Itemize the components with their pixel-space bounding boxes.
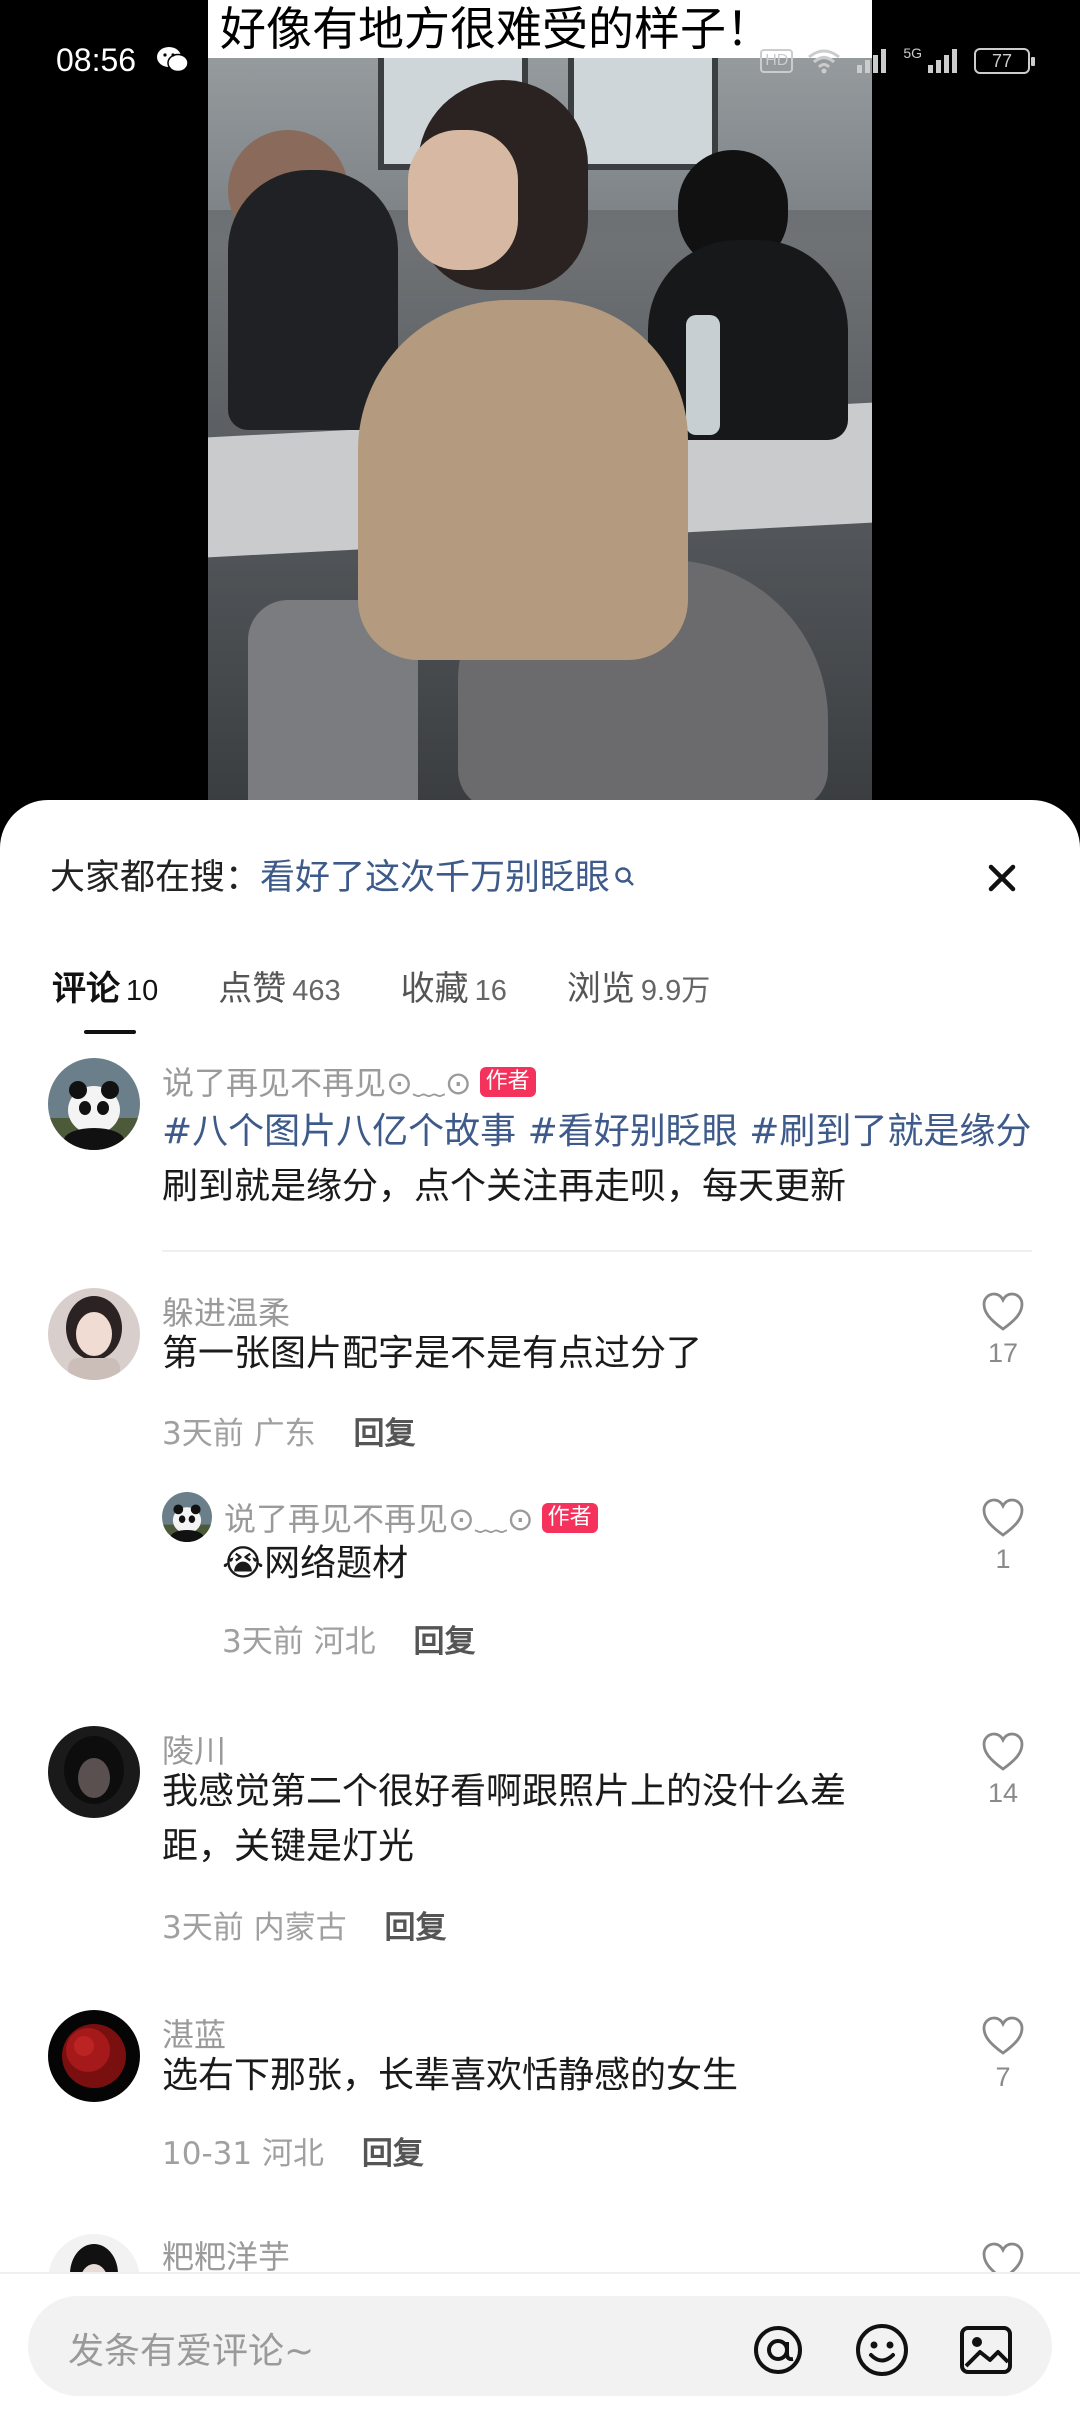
like-button[interactable]: 14 — [972, 1732, 1034, 1809]
comments-sheet: 大家都在搜：看好了这次千万别眨眼 评论 10 点赞 463 收藏 16 浏览 9… — [0, 800, 1080, 2412]
comment-time: 3天前 — [222, 1624, 304, 1660]
status-time: 08:56 — [56, 42, 137, 78]
mention-icon[interactable] — [750, 2322, 806, 2378]
hashtag-links[interactable]: #八个图片八亿个故事 #看好别眨眼 #刷到了就是缘分 — [162, 1111, 1031, 1152]
like-count: 1 — [995, 1544, 1011, 1574]
wechat-icon — [157, 47, 189, 73]
comment-input[interactable]: 发条有爱评论~ — [28, 2296, 1052, 2396]
like-count: 7 — [995, 2062, 1011, 2092]
tab-likes-label: 点赞 — [218, 969, 287, 1009]
like-button[interactable]: 17 — [972, 1292, 1034, 1369]
post-photo — [208, 0, 872, 810]
emoji-icon[interactable] — [854, 2322, 910, 2378]
comment-item: 陵川 我感觉第二个很好看啊跟照片上的没什么差 距，关键是灯光 3天前 内蒙古 回… — [0, 1726, 1080, 1946]
comment-item: 湛蓝 选右下那张，长辈喜欢恬静感的女生 10-31 河北 回复 7 — [0, 2010, 1080, 2180]
like-button[interactable]: 7 — [972, 2016, 1034, 2093]
comment-time: 3天前 — [162, 1416, 244, 1452]
heart-icon — [982, 2016, 1024, 2055]
tab-comments-count: 10 — [126, 975, 159, 1007]
reply-button[interactable]: 回复 — [384, 1910, 446, 1946]
comment-location: 河北 — [261, 2136, 324, 2172]
reply-item: 说了再见不再见⊙﹏⊙ 作者 😭网络题材 3天前 河北 回复 1 — [0, 1492, 1080, 1662]
author-badge: 作者 — [541, 1503, 598, 1533]
comment-text-line: 距，关键是灯光 — [162, 1826, 415, 1867]
search-icon — [615, 867, 634, 886]
like-count: 14 — [987, 1778, 1019, 1808]
comment-time: 10-31 — [162, 2136, 253, 2172]
status-bar: 08:56 HD 5G 77 — [0, 30, 1080, 94]
comment-body: 网络题材 — [264, 1543, 409, 1584]
comment-text-line: 我感觉第二个很好看啊跟照片上的没什么差 — [162, 1771, 847, 1812]
tab-comments-label: 评论 — [52, 969, 120, 1009]
comment-text: 第一张图片配字是不是有点过分了 — [162, 1333, 703, 1374]
signal-5g-icon — [928, 49, 957, 73]
avatar[interactable] — [48, 1288, 140, 1380]
heart-icon — [982, 1292, 1024, 1331]
comment-input-placeholder: 发条有爱评论~ — [68, 2331, 315, 2372]
close-icon — [988, 864, 1016, 892]
avatar[interactable] — [162, 1492, 212, 1542]
comment-meta: 3天前 河北 回复 — [222, 1616, 475, 1661]
comment-text: #八个图片八亿个故事 #看好别眨眼 #刷到了就是缘分 刷到就是缘分，点个关注再走… — [162, 1104, 1042, 1214]
battery-icon: 77 — [974, 48, 1035, 74]
tab-likes[interactable]: 点赞 463 — [218, 961, 340, 1020]
tab-views-count: 9.9万 — [640, 975, 711, 1007]
comment-author-name: 说了再见不再见⊙﹏⊙ — [224, 1500, 534, 1538]
wifi-icon — [808, 49, 841, 74]
comment-location: 内蒙古 — [253, 1910, 347, 1946]
sheet-tabs: 评论 10 点赞 463 收藏 16 浏览 9.9万 — [52, 940, 710, 1034]
comment-input-bar: 发条有爱评论~ — [0, 2272, 1080, 2412]
tab-favorites-count: 16 — [474, 975, 507, 1007]
comment-location: 河北 — [313, 1624, 376, 1660]
comment-location: 广东 — [253, 1416, 316, 1452]
heart-icon — [982, 1498, 1024, 1537]
trending-search[interactable]: 大家都在搜：看好了这次千万别眨眼 — [50, 848, 1030, 908]
hd-indicator-icon: HD — [760, 49, 794, 73]
signal-icon — [857, 49, 887, 73]
trending-search-term[interactable]: 看好了这次千万别眨眼 — [260, 858, 610, 898]
comment-text: 选右下那张，长辈喜欢恬静感的女生 — [162, 2055, 739, 2096]
comment-text: 😭网络题材 — [222, 1536, 922, 1591]
reply-button[interactable]: 回复 — [413, 1624, 475, 1660]
comment-time: 3天前 — [162, 1910, 244, 1946]
avatar[interactable] — [48, 1726, 140, 1818]
heart-icon — [982, 1732, 1024, 1771]
network-type: 5G — [903, 45, 922, 61]
tab-views[interactable]: 浏览 9.9万 — [567, 961, 710, 1020]
tab-comments[interactable]: 评论 10 — [52, 961, 159, 1034]
like-count: 17 — [987, 1338, 1019, 1368]
like-button[interactable]: 1 — [972, 1498, 1034, 1575]
reply-button[interactable]: 回复 — [362, 2136, 424, 2172]
tab-likes-count: 463 — [292, 975, 341, 1007]
comment-item: 躲进温柔 第一张图片配字是不是有点过分了 3天前 广东 回复 17 — [0, 1288, 1080, 1458]
comment-author-name: 说了再见不再见⊙﹏⊙ — [162, 1064, 472, 1102]
author-badge: 作者 — [479, 1067, 536, 1097]
post-media-area[interactable]: 好像有地方很难受的样子！ — [0, 0, 1080, 820]
avatar[interactable] — [48, 2010, 140, 2102]
tab-favorites[interactable]: 收藏 16 — [401, 961, 507, 1020]
comment-author[interactable]: 说了再见不再见⊙﹏⊙ 作者 — [224, 1494, 598, 1540]
emoji-crying: 😭 — [222, 1543, 265, 1584]
comment-meta: 10-31 河北 回复 — [162, 2128, 424, 2173]
author-description: 说了再见不再见⊙﹏⊙ 作者 #八个图片八亿个故事 #看好别眨眼 #刷到了就是缘分 … — [0, 1058, 1080, 1228]
close-sheet-button[interactable] — [974, 850, 1030, 906]
trending-search-prefix: 大家都在搜： — [50, 858, 261, 898]
divider — [162, 1250, 1032, 1252]
reply-button[interactable]: 回复 — [353, 1416, 415, 1452]
comment-body: 刷到就是缘分，点个关注再走呗，每天更新 — [162, 1166, 847, 1207]
comment-meta: 3天前 广东 回复 — [162, 1408, 415, 1453]
image-icon[interactable] — [958, 2322, 1014, 2378]
avatar[interactable] — [48, 1058, 140, 1150]
tab-favorites-label: 收藏 — [400, 969, 469, 1009]
tab-views-label: 浏览 — [566, 969, 635, 1009]
comment-meta: 3天前 内蒙古 回复 — [162, 1902, 446, 1947]
comment-text: 我感觉第二个很好看啊跟照片上的没什么差 距，关键是灯光 — [162, 1764, 962, 1874]
comment-author[interactable]: 说了再见不再见⊙﹏⊙ 作者 — [162, 1058, 536, 1104]
